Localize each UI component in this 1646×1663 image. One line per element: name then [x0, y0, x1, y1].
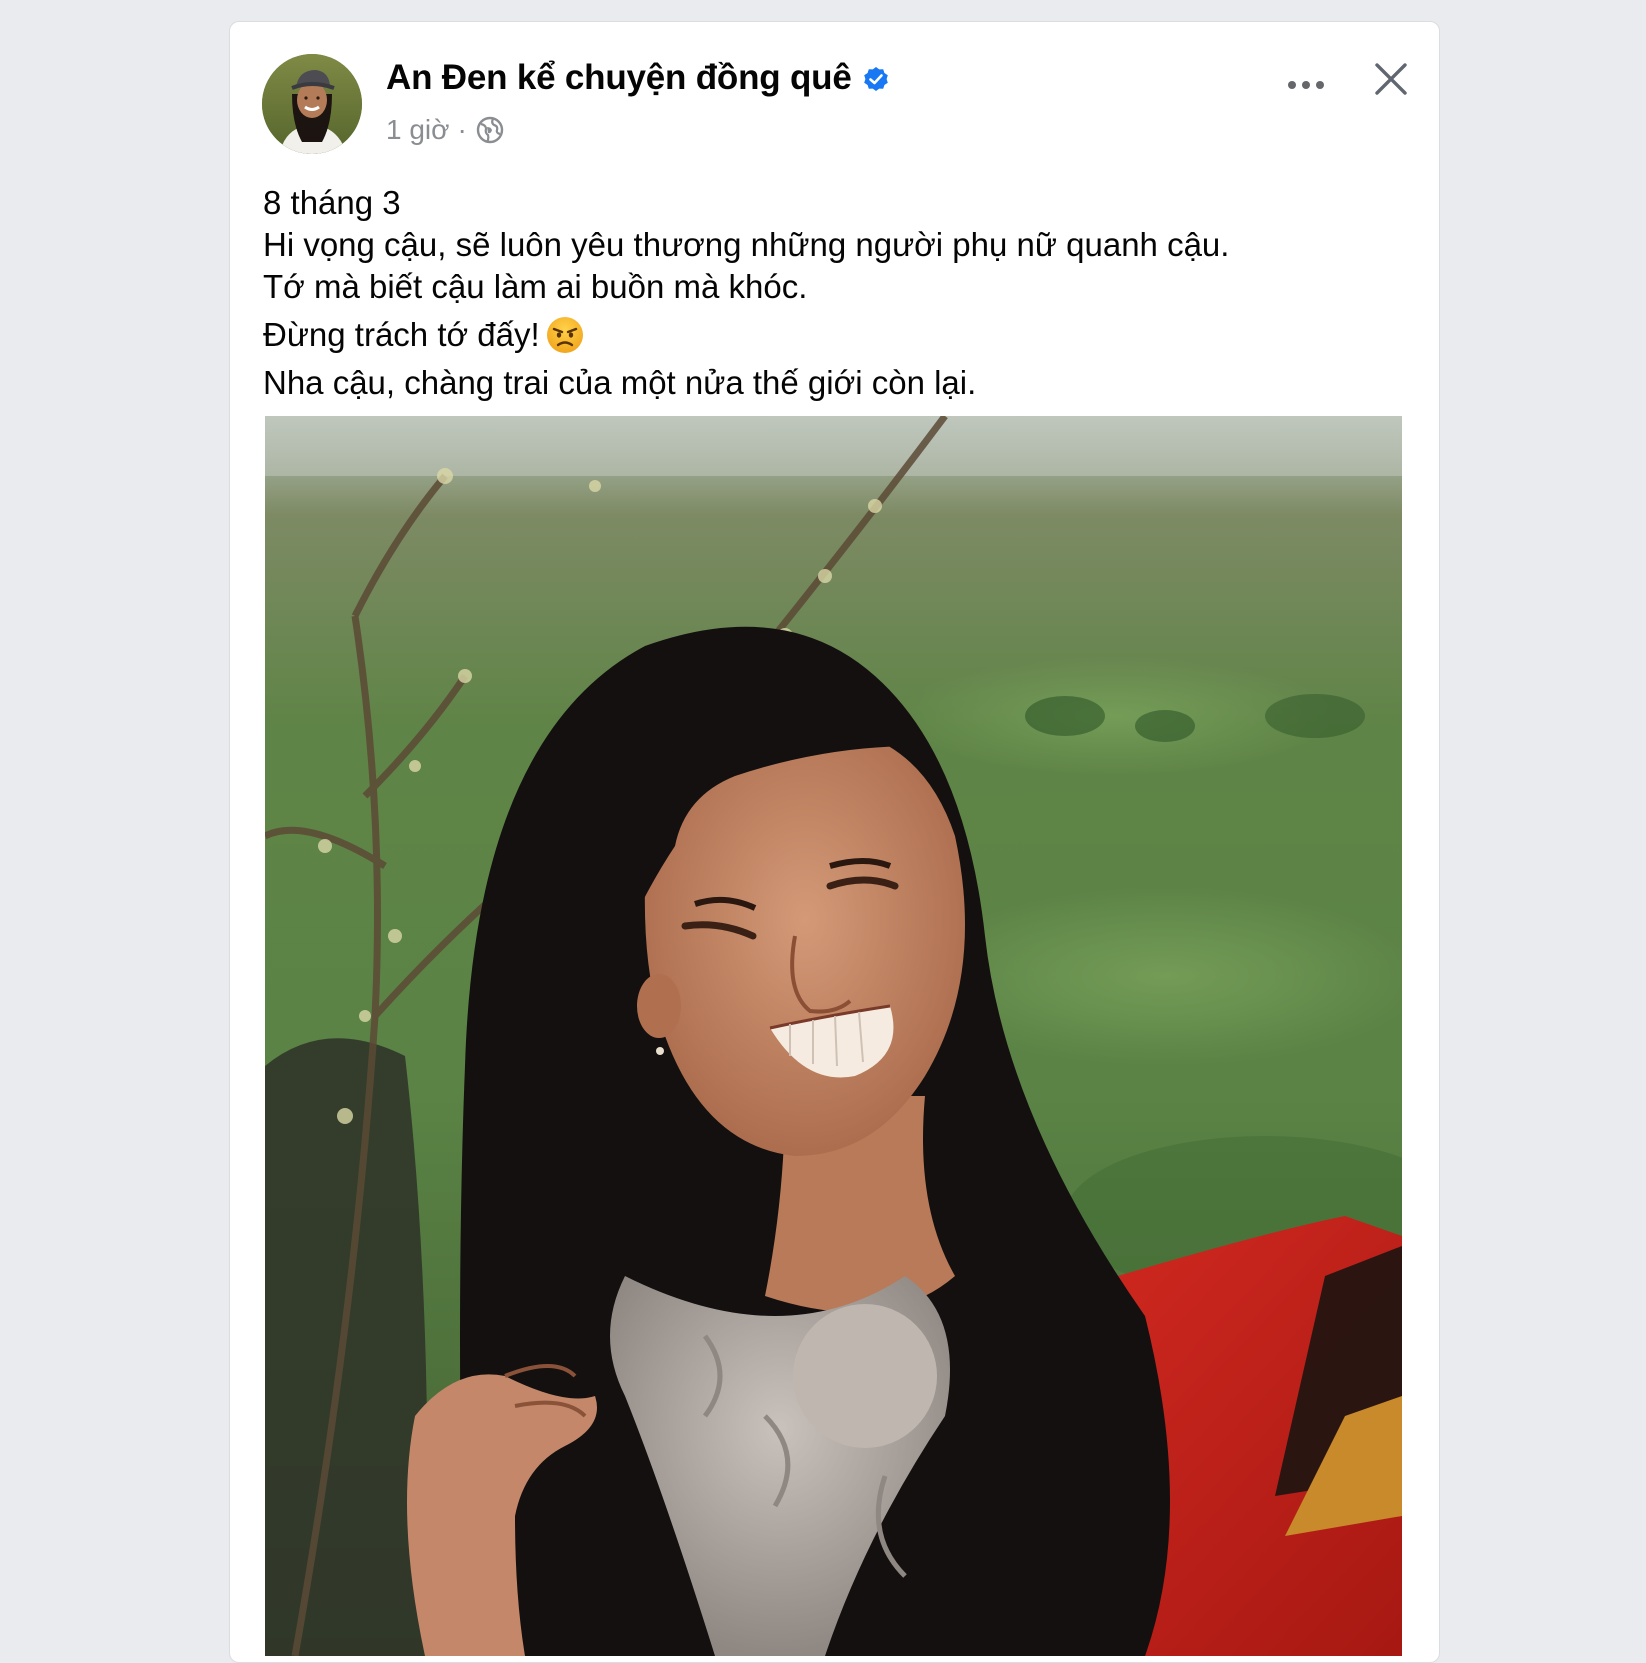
meta-separator: ·	[457, 114, 467, 145]
post-photo[interactable]	[265, 416, 1402, 1656]
author-row: An Đen kể chuyện đồng quê	[386, 58, 890, 98]
post-card: An Đen kể chuyện đồng quê 1 giờ · 8 thán…	[229, 21, 1440, 1663]
author-name[interactable]: An Đen kể chuyện đồng quê	[386, 58, 852, 98]
angry-face-emoji	[546, 316, 584, 354]
author-avatar[interactable]	[262, 54, 362, 154]
close-button[interactable]	[1368, 56, 1414, 102]
post-line: 8 tháng 3	[263, 184, 401, 221]
post-line: Nha cậu, chàng trai của một nửa thế giới…	[263, 364, 977, 401]
globe-icon[interactable]	[475, 115, 505, 145]
more-options-button[interactable]	[1284, 70, 1328, 100]
post-time[interactable]: 1 giờ	[386, 114, 450, 146]
verified-badge-icon	[862, 66, 890, 94]
post-meta: 1 giờ ·	[386, 114, 505, 146]
post-line-with-emoji: Đừng trách tớ đấy!	[263, 314, 1413, 356]
more-options-icon	[1288, 81, 1324, 89]
close-icon	[1375, 63, 1407, 95]
post-line: Hi vọng cậu, sẽ luôn yêu thương những ng…	[263, 226, 1230, 263]
post-line: Tớ mà biết cậu làm ai buồn mà khóc.	[263, 268, 808, 305]
post-line: Đừng trách tớ đấy!	[263, 316, 540, 353]
post-body: 8 tháng 3 Hi vọng cậu, sẽ luôn yêu thươn…	[263, 182, 1413, 404]
